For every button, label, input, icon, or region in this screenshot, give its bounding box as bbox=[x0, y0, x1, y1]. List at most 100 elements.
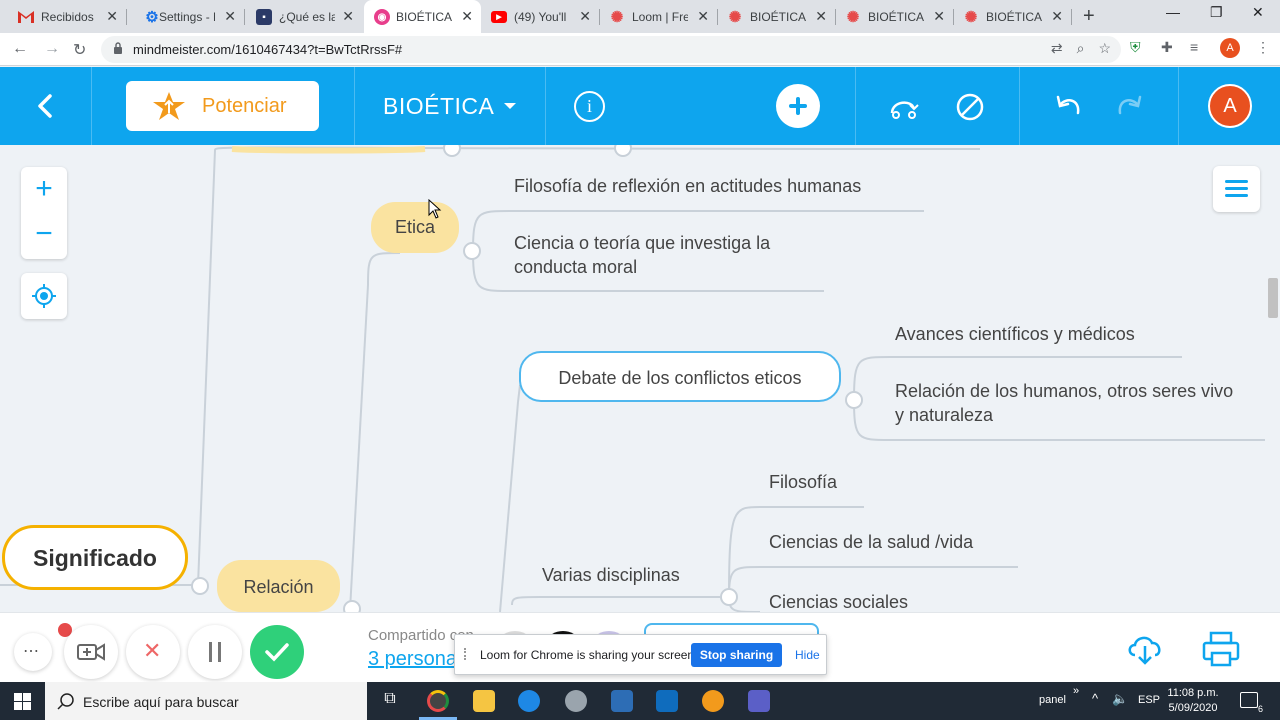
map-title[interactable]: BIOÉTICA bbox=[383, 93, 494, 120]
node-etica[interactable]: Etica bbox=[371, 202, 459, 253]
omnibox[interactable]: mindmeister.com/1610467434?t=BwTctRrssF#… bbox=[101, 36, 1121, 63]
cloud-download-icon[interactable] bbox=[1125, 631, 1165, 667]
bookmark-star-icon[interactable]: ☆ bbox=[1098, 40, 1111, 57]
undo-icon[interactable] bbox=[1052, 91, 1084, 123]
taskbar-clock[interactable]: 11:08 p.m. 5/09/2020 bbox=[1162, 686, 1224, 716]
scrollbar-thumb[interactable] bbox=[1268, 278, 1278, 318]
outline-menu-button[interactable] bbox=[1213, 166, 1260, 212]
user-avatar[interactable]: A bbox=[1208, 84, 1252, 128]
no-style-icon[interactable] bbox=[954, 91, 986, 123]
loom-pause-button[interactable] bbox=[188, 625, 242, 679]
chevron-double-icon[interactable]: » bbox=[1073, 685, 1079, 697]
browser-tab-bioetica-4[interactable]: ✺ BIOÉTICA - ✕ bbox=[953, 0, 1071, 33]
chrome-icon[interactable] bbox=[427, 690, 449, 712]
app-icon[interactable] bbox=[565, 690, 587, 712]
calculator-icon[interactable] bbox=[611, 690, 633, 712]
stop-sharing-button[interactable]: Stop sharing bbox=[691, 643, 782, 667]
browser-menu-icon[interactable]: ⋮ bbox=[1256, 39, 1270, 56]
node-etica-ciencia[interactable]: Ciencia o teoría que investiga la conduc… bbox=[514, 231, 770, 279]
zoom-icon[interactable]: ⌕ bbox=[1077, 40, 1085, 57]
center-map-button[interactable] bbox=[21, 273, 67, 319]
translate-icon[interactable]: ⇄ bbox=[1051, 40, 1063, 57]
drag-handle-icon[interactable] bbox=[464, 648, 470, 660]
redo-icon[interactable] bbox=[1114, 91, 1146, 123]
camera-off-icon bbox=[77, 643, 105, 661]
collapse-handle[interactable] bbox=[463, 242, 481, 260]
close-icon[interactable]: ✕ bbox=[461, 8, 473, 25]
browser-tab-loom[interactable]: ✺ Loom | Free ✕ bbox=[599, 0, 717, 33]
url-text[interactable]: mindmeister.com/1610467434?t=BwTctRrssF# bbox=[133, 42, 402, 57]
chevron-up-icon[interactable]: ^ bbox=[1092, 691, 1098, 706]
browser-tab-settings[interactable]: ⚙ Settings - N ✕ bbox=[126, 0, 244, 33]
potenciar-button[interactable]: Potenciar bbox=[126, 81, 319, 131]
shield-app-icon[interactable] bbox=[702, 690, 724, 712]
zoom-out-icon[interactable]: − bbox=[21, 219, 67, 249]
browser-profile-avatar[interactable]: A bbox=[1220, 38, 1240, 58]
edge-icon[interactable] bbox=[518, 690, 540, 712]
close-window-button[interactable]: ✕ bbox=[1252, 4, 1264, 21]
chevron-left-icon[interactable] bbox=[34, 91, 56, 121]
loom-finish-button[interactable] bbox=[250, 625, 304, 679]
file-explorer-icon[interactable] bbox=[473, 690, 495, 712]
close-icon[interactable]: ✕ bbox=[224, 8, 236, 25]
node-filosofia[interactable]: Filosofía bbox=[769, 470, 837, 494]
add-node-button[interactable] bbox=[776, 84, 820, 128]
reload-icon[interactable]: ↻ bbox=[73, 40, 86, 60]
shield-extension-icon[interactable]: ⛨ bbox=[1130, 39, 1141, 56]
loom-icon: ✺ bbox=[846, 9, 860, 26]
shared-people-link[interactable]: 3 persona bbox=[368, 648, 457, 671]
close-icon[interactable]: ✕ bbox=[106, 8, 118, 25]
back-arrow-icon[interactable]: ← bbox=[12, 40, 28, 58]
restore-button[interactable]: ❐ bbox=[1210, 4, 1223, 21]
info-icon[interactable]: i bbox=[574, 91, 605, 122]
close-icon[interactable]: ✕ bbox=[579, 8, 591, 25]
browser-tab-bioetica-3[interactable]: ✺ BIOÉTICA - ✕ bbox=[835, 0, 953, 33]
node-etica-filosofia[interactable]: Filosofía de reflexión en actitudes huma… bbox=[514, 174, 861, 198]
node-debate[interactable]: Debate de los conflictos eticos bbox=[519, 351, 841, 402]
volume-icon[interactable]: 🔈 bbox=[1112, 691, 1128, 707]
browser-tab-bioetica-active[interactable]: ◉ BIOÉTICA - ✕ bbox=[364, 0, 481, 33]
minimize-button[interactable]: — bbox=[1166, 4, 1180, 20]
loom-more-button[interactable]: ⋯ bbox=[14, 633, 52, 671]
mail-icon[interactable] bbox=[656, 690, 678, 712]
collapse-handle[interactable] bbox=[845, 391, 863, 409]
close-icon[interactable]: ✕ bbox=[933, 8, 945, 25]
node-relacion-humanos[interactable]: Relación de los humanos, otros seres viv… bbox=[895, 379, 1233, 427]
node-varias-disciplinas[interactable]: Varias disciplinas bbox=[542, 563, 680, 587]
node-relacion[interactable]: Relación bbox=[217, 560, 340, 612]
print-icon[interactable] bbox=[1201, 631, 1241, 667]
node-ciencias-sociales[interactable]: Ciencias sociales bbox=[769, 590, 908, 612]
notification-icon[interactable]: 6 bbox=[1240, 692, 1263, 714]
puzzle-extension-icon[interactable]: ✚ bbox=[1161, 39, 1173, 56]
loom-camera-button[interactable] bbox=[64, 625, 118, 679]
collapse-handle[interactable] bbox=[191, 577, 209, 595]
forward-arrow-icon[interactable]: → bbox=[44, 40, 60, 58]
browser-tab-que-es[interactable]: ▪ ¿Qué es la F ✕ bbox=[244, 0, 362, 33]
close-icon[interactable]: ✕ bbox=[342, 8, 354, 25]
zoom-in-icon[interactable]: + bbox=[21, 174, 67, 204]
hide-link[interactable]: Hide bbox=[795, 648, 820, 662]
collapse-handle[interactable] bbox=[720, 588, 738, 606]
new-tab-button[interactable]: + bbox=[1083, 5, 1095, 28]
task-view-icon[interactable]: ⧉ bbox=[379, 690, 401, 712]
panel-label[interactable]: panel bbox=[1039, 694, 1066, 706]
browser-tab-gmail[interactable]: Recibidos (4 ✕ bbox=[0, 0, 126, 33]
language-indicator[interactable]: ESP bbox=[1138, 694, 1160, 706]
browser-tab-youtube[interactable]: ▶ (49) You'll B ✕ bbox=[481, 0, 599, 33]
loom-cancel-button[interactable]: ✕ bbox=[126, 625, 180, 679]
taskbar-search[interactable]: Escribe aquí para buscar bbox=[45, 682, 367, 720]
chevron-down-icon[interactable] bbox=[504, 103, 516, 109]
windows-start-icon[interactable] bbox=[14, 693, 31, 710]
collapse-handle[interactable] bbox=[343, 600, 361, 612]
reading-list-icon[interactable]: ≡ bbox=[1190, 39, 1198, 55]
browser-tab-bioetica-2[interactable]: ✺ BIOÉTICA - ✕ bbox=[717, 0, 835, 33]
mindmap-canvas[interactable]: Etica Filosofía de reflexión en actitude… bbox=[0, 145, 1280, 612]
close-icon[interactable]: ✕ bbox=[697, 8, 709, 25]
node-significado[interactable]: Significado bbox=[2, 525, 188, 590]
close-icon[interactable]: ✕ bbox=[1051, 8, 1063, 25]
node-ciencias-salud[interactable]: Ciencias de la salud /vida bbox=[769, 530, 973, 554]
teams-icon[interactable] bbox=[748, 690, 770, 712]
connect-nodes-icon[interactable] bbox=[888, 91, 920, 123]
close-icon[interactable]: ✕ bbox=[815, 8, 827, 25]
node-avances[interactable]: Avances científicos y médicos bbox=[895, 322, 1135, 346]
